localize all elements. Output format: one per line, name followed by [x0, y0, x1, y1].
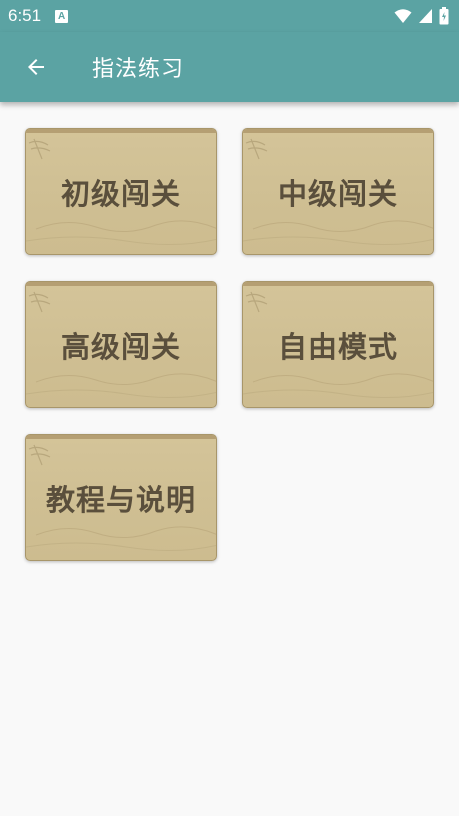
status-icons	[394, 7, 449, 25]
menu-card-label: 初级闯关	[60, 176, 181, 211]
status-time: 6:51	[8, 6, 42, 25]
menu-card-label: 中级闯关	[277, 176, 398, 211]
menu-card-label: 自由模式	[277, 329, 398, 364]
menu-card-label: 高级闯关	[60, 329, 181, 364]
arrow-left-icon	[28, 59, 44, 75]
menu-card-label: 教程与说明	[45, 482, 196, 517]
menu-card-tutorial[interactable]: 教程与说明	[25, 434, 217, 561]
back-button[interactable]	[0, 32, 72, 102]
wifi-icon	[394, 9, 412, 23]
notification-icon: A	[55, 9, 69, 23]
menu-card-intermediate[interactable]: 中级闯关	[242, 128, 434, 255]
menu-card-advanced[interactable]: 高级闯关	[25, 281, 217, 408]
battery-icon	[439, 7, 449, 25]
status-bar: 6:51 A	[0, 0, 459, 32]
menu-card-free-mode[interactable]: 自由模式	[242, 281, 434, 408]
app-bar: 指法练习	[0, 32, 459, 102]
menu-card-beginner[interactable]: 初级闯关	[25, 128, 217, 255]
page-title: 指法练习	[92, 57, 185, 82]
signal-icon	[419, 9, 432, 23]
